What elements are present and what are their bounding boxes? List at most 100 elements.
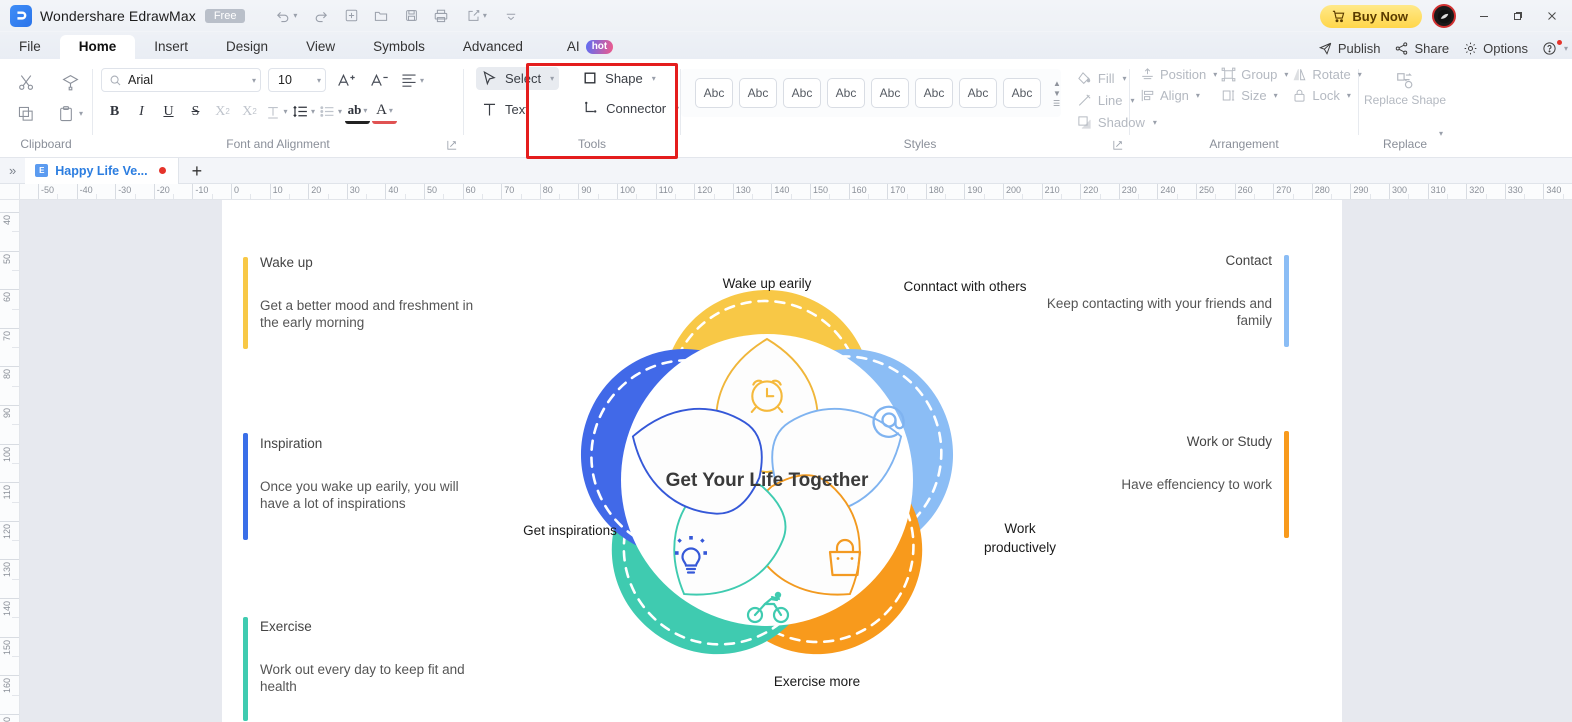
underline-button[interactable]: U bbox=[156, 99, 181, 124]
vertical-ruler[interactable]: 40 50 60 70 80 90 100 110 120 130 140 150 160 170 bbox=[0, 200, 20, 722]
chevron-down-icon[interactable]: ▾ bbox=[317, 76, 321, 85]
bold-button[interactable]: B bbox=[102, 99, 127, 124]
group-button[interactable]: Group ▾ bbox=[1221, 67, 1288, 82]
side-note-wake-up[interactable]: Wake up Get a better mood and freshment … bbox=[243, 255, 490, 349]
style-swatch[interactable]: Abc bbox=[915, 78, 953, 108]
ruler-tick bbox=[0, 520, 19, 522]
menu-symbols[interactable]: Symbols bbox=[354, 35, 444, 59]
new-icon[interactable] bbox=[337, 4, 365, 28]
line-spacing-button[interactable]: ▾ bbox=[291, 99, 316, 124]
style-swatch[interactable]: Abc bbox=[827, 78, 865, 108]
new-tab-button[interactable]: + bbox=[179, 162, 216, 180]
lock-button[interactable]: Lock ▾ bbox=[1292, 88, 1361, 103]
position-button[interactable]: Position ▾ bbox=[1140, 67, 1217, 82]
select-tool-button[interactable]: Select ▾ bbox=[476, 67, 560, 90]
avatar[interactable] bbox=[1432, 4, 1456, 28]
styles-dialog-launcher[interactable] bbox=[1113, 140, 1123, 153]
buy-now-button[interactable]: Buy Now bbox=[1320, 4, 1422, 28]
styles-gallery[interactable]: Abc Abc Abc Abc Abc Abc Abc Abc ▲ ▼ ☰ bbox=[681, 69, 1061, 117]
style-swatch[interactable]: Abc bbox=[739, 78, 777, 108]
cut-icon[interactable] bbox=[17, 73, 36, 92]
canvas-scroll-area[interactable]: Wake up Get a better mood and freshment … bbox=[222, 200, 1572, 722]
strikethrough-button[interactable]: S bbox=[183, 99, 208, 124]
menu-insert[interactable]: Insert bbox=[135, 35, 207, 59]
bullets-button[interactable]: ▾ bbox=[318, 99, 343, 124]
font-size-input[interactable]: 10 ▾ bbox=[268, 68, 326, 92]
paragraph-align-icon[interactable]: ▾ bbox=[399, 68, 425, 92]
options-button[interactable]: Options bbox=[1463, 41, 1528, 56]
chevron-down-icon[interactable]: ▾ bbox=[252, 76, 256, 85]
style-swatch[interactable]: Abc bbox=[695, 78, 733, 108]
menu-home[interactable]: Home bbox=[59, 35, 136, 59]
open-icon[interactable] bbox=[367, 4, 395, 28]
rotate-button[interactable]: Rotate ▾ bbox=[1292, 67, 1362, 82]
shape-tool-button[interactable]: Shape ▾ bbox=[577, 67, 684, 89]
font-color-button[interactable]: A ▾ bbox=[372, 99, 397, 124]
minimize-button[interactable] bbox=[1468, 1, 1500, 31]
ruler-label: 160 bbox=[2, 678, 12, 694]
replace-shape-button[interactable]: Replace Shape bbox=[1359, 67, 1451, 107]
horizontal-ruler[interactable]: -50 -40 -30 -20 -10 0 10 20 30 40 50 60 70 80 90 100 110… bbox=[0, 184, 1572, 200]
gallery-scroll-up-icon[interactable]: ▲ bbox=[1053, 79, 1061, 87]
font-family-input[interactable]: Arial ▾ bbox=[101, 68, 261, 92]
superscript-button[interactable]: X2 bbox=[210, 99, 235, 124]
align-button[interactable]: Align ▾ bbox=[1140, 88, 1217, 103]
left-gutter bbox=[20, 200, 222, 722]
gallery-expand-icon[interactable]: ☰ bbox=[1053, 99, 1061, 107]
export-icon[interactable]: ▾ bbox=[457, 4, 495, 28]
highlight-button[interactable]: ab ▾ bbox=[345, 99, 370, 124]
close-button[interactable] bbox=[1536, 1, 1568, 31]
ruler-minor-tick bbox=[12, 540, 19, 542]
save-icon[interactable] bbox=[397, 4, 425, 28]
italic-button[interactable]: I bbox=[129, 99, 154, 124]
grow-font-icon[interactable] bbox=[333, 68, 359, 92]
five-petal-flower-diagram[interactable]: Get Your Life Together Wake up earily Co… bbox=[477, 208, 1097, 722]
connector-tool-button[interactable]: Connector ▾ bbox=[577, 97, 684, 120]
help-icon[interactable]: ▾ bbox=[1542, 40, 1568, 56]
buy-now-label: Buy Now bbox=[1352, 8, 1408, 24]
style-swatch[interactable]: Abc bbox=[871, 78, 909, 108]
ruler-tick bbox=[0, 443, 19, 445]
share-button[interactable]: Share bbox=[1394, 41, 1449, 56]
menu-ai[interactable]: AI hot bbox=[542, 35, 632, 59]
undo-icon[interactable]: ▾ bbox=[267, 4, 305, 28]
shrink-font-icon[interactable] bbox=[366, 68, 392, 92]
publish-button[interactable]: Publish bbox=[1318, 41, 1380, 56]
print-icon[interactable] bbox=[427, 4, 455, 28]
chevron-down-icon[interactable]: ▾ bbox=[675, 104, 679, 113]
ruler-label: 40 bbox=[388, 185, 399, 195]
accent-bar bbox=[1284, 255, 1289, 347]
gallery-scroll-down-icon[interactable]: ▼ bbox=[1053, 89, 1061, 97]
font-dialog-launcher[interactable] bbox=[447, 140, 457, 153]
more-options-icon[interactable] bbox=[497, 4, 525, 28]
ruler-label: 130 bbox=[735, 185, 751, 195]
side-note-inspiration[interactable]: Inspiration Once you wake up earily, you… bbox=[243, 433, 490, 540]
style-swatch[interactable]: Abc bbox=[1003, 78, 1041, 108]
expand-panel-icon[interactable]: » bbox=[0, 163, 25, 178]
redo-icon[interactable] bbox=[307, 4, 335, 28]
chevron-down-icon[interactable]: ▾ bbox=[652, 74, 656, 83]
menu-file[interactable]: File bbox=[0, 35, 60, 59]
position-label: Position bbox=[1160, 67, 1207, 82]
side-note-exercise[interactable]: Exercise Work out every day to keep fit … bbox=[243, 617, 490, 721]
text-effect-button[interactable]: ▾ bbox=[264, 99, 289, 124]
subscript-button[interactable]: X2 bbox=[237, 99, 262, 124]
copy-icon[interactable] bbox=[17, 105, 35, 123]
paste-icon[interactable]: ▾ bbox=[57, 105, 83, 123]
ruler-label: 280 bbox=[1314, 185, 1330, 195]
chevron-down-icon[interactable]: ▾ bbox=[550, 74, 554, 83]
document-tab[interactable]: E Happy Life Ve... bbox=[25, 157, 179, 184]
menu-view[interactable]: View bbox=[287, 35, 354, 59]
style-swatch[interactable]: Abc bbox=[959, 78, 997, 108]
menu-advanced[interactable]: Advanced bbox=[444, 35, 542, 59]
style-swatch[interactable]: Abc bbox=[783, 78, 821, 108]
document-page[interactable]: Wake up Get a better mood and freshment … bbox=[222, 200, 1342, 722]
menu-ai-label: AI bbox=[566, 39, 580, 54]
text-tool-button[interactable]: Text bbox=[476, 98, 559, 121]
format-painter-icon[interactable] bbox=[61, 73, 80, 92]
document-tab-label: Happy Life Ve... bbox=[55, 163, 148, 178]
maximize-button[interactable] bbox=[1502, 1, 1534, 31]
size-button[interactable]: Size ▾ bbox=[1221, 88, 1288, 103]
ruler-label: 250 bbox=[1199, 185, 1215, 195]
menu-design[interactable]: Design bbox=[207, 35, 287, 59]
